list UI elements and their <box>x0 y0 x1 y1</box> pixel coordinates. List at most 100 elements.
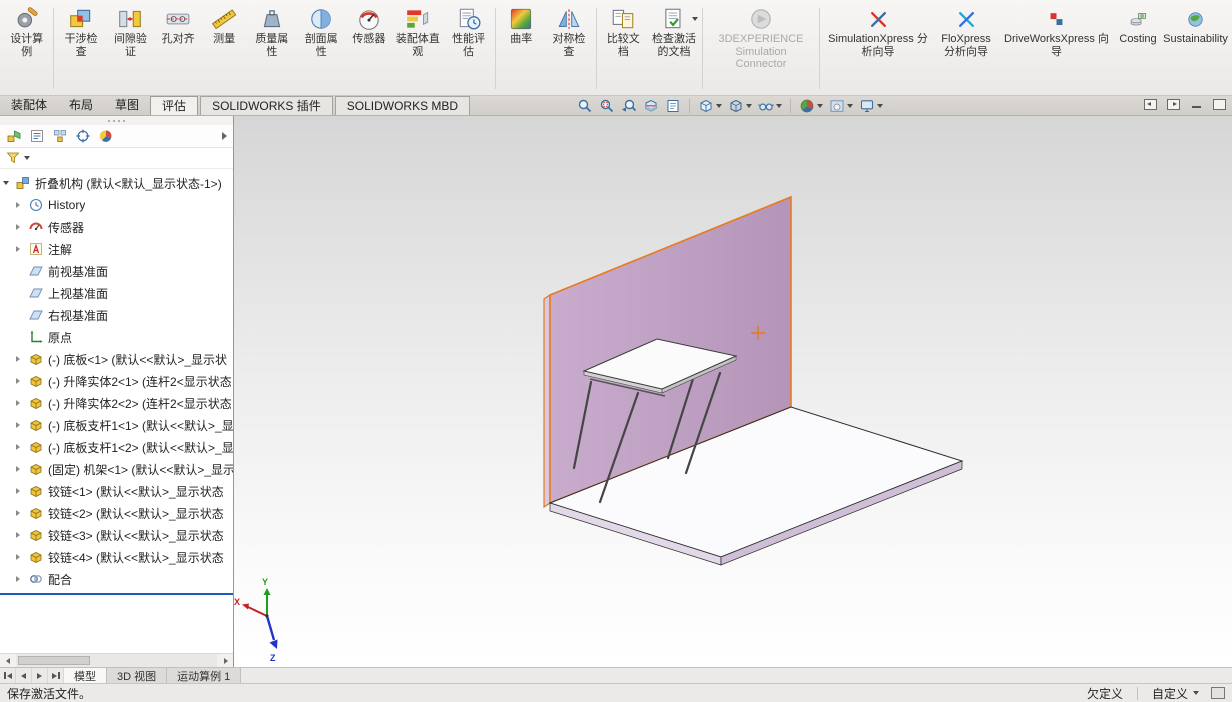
tree-item-front-plane[interactable]: 前视基准面 <box>0 260 233 282</box>
ribbon-button-section-properties[interactable]: 剖面属性 <box>297 3 346 94</box>
tree-item-origin[interactable]: 原点 <box>0 326 233 348</box>
section-view-button[interactable] <box>642 98 660 114</box>
view-orientation-button[interactable] <box>697 98 723 114</box>
doc-tab-model[interactable]: 模型 <box>64 668 107 683</box>
expand-arrow-icon[interactable] <box>16 510 24 516</box>
doc-tab-motion-study-1[interactable]: 运动算例 1 <box>167 668 242 683</box>
ribbon-button-simulationxpress[interactable]: SimulationXpress 分析向导 <box>822 3 934 94</box>
display-style-button[interactable] <box>727 98 753 114</box>
collapse-left-pane-icon[interactable] <box>1144 99 1157 110</box>
previous-tab-button[interactable] <box>16 668 32 683</box>
ribbon-button-curvature[interactable]: 曲率 <box>498 3 544 94</box>
wall-side-edge-face[interactable] <box>543 293 551 509</box>
tree-item-component-lift-body-1[interactable]: (-) 升降实体2<1> (连杆2<显示状态 <box>0 370 233 392</box>
ribbon-button-symmetry-check[interactable]: 对称检查 <box>544 3 593 94</box>
expand-arrow-icon[interactable] <box>16 466 24 472</box>
hide-show-items-button[interactable] <box>757 98 783 114</box>
tree-item-mates[interactable]: 配合 <box>0 568 233 590</box>
tab-assembly[interactable]: 装配体 <box>0 96 58 115</box>
ribbon-button-costing[interactable]: Costing <box>1115 3 1161 94</box>
minimize-pane-icon[interactable] <box>1190 99 1203 110</box>
edit-appearance-button[interactable] <box>798 98 824 114</box>
dropdown-arrow-icon[interactable] <box>24 156 30 160</box>
expand-arrow-icon[interactable] <box>16 356 24 362</box>
last-tab-button[interactable] <box>48 668 64 683</box>
configurationmanager-tab-icon[interactable] <box>52 128 68 144</box>
tab-solidworks-addins[interactable]: SOLIDWORKS 插件 <box>200 96 333 115</box>
tab-layout[interactable]: 布局 <box>58 96 104 115</box>
expand-arrow-icon[interactable] <box>16 378 24 384</box>
expand-arrow-icon[interactable] <box>16 422 24 428</box>
dropdown-arrow-icon[interactable] <box>692 17 698 21</box>
first-tab-button[interactable] <box>0 668 16 683</box>
ribbon-button-measure[interactable]: 测量 <box>201 3 247 94</box>
tree-item-history[interactable]: History <box>0 194 233 216</box>
featuremanager-tab-icon[interactable] <box>6 128 22 144</box>
displaymanager-tab-icon[interactable] <box>98 128 114 144</box>
collapse-right-pane-icon[interactable] <box>1167 99 1180 110</box>
ribbon-button-design-study[interactable]: 设计算例 <box>2 3 51 94</box>
tree-item-assembly-root[interactable]: 折叠机构 (默认<默认_显示状态-1>) <box>0 172 233 194</box>
ribbon-button-performance-evaluation[interactable]: 性能评估 <box>444 3 493 94</box>
expand-arrow-icon[interactable] <box>16 576 24 582</box>
ribbon-button-clearance-verification[interactable]: 间隙验证 <box>106 3 155 94</box>
ribbon-button-interference-check[interactable]: 干涉检查 <box>56 3 105 94</box>
dynamic-annotation-views-button[interactable] <box>664 98 682 114</box>
expand-arrow-icon[interactable] <box>16 246 24 252</box>
ribbon-button-assembly-visualization[interactable]: 装配体直观 <box>392 3 444 94</box>
dimxpertmanager-tab-icon[interactable] <box>75 128 91 144</box>
scroll-left-button[interactable] <box>0 654 15 667</box>
ribbon-button-hole-alignment[interactable]: 孔对齐 <box>155 3 201 94</box>
tree-item-right-plane[interactable]: 右视基准面 <box>0 304 233 326</box>
tree-item-component-lift-body-2[interactable]: (-) 升降实体2<2> (连杆2<显示状态 <box>0 392 233 414</box>
zoom-to-fit-button[interactable] <box>576 98 594 114</box>
doc-tab-3d-views[interactable]: 3D 视图 <box>107 668 168 683</box>
apply-scene-button[interactable] <box>828 98 854 114</box>
tree-item-component-frame-fixed[interactable]: (固定) 机架<1> (默认<<默认>_显示 <box>0 458 233 480</box>
ribbon-button-check-active-document[interactable]: 检查激活的文档 <box>648 3 700 94</box>
ribbon-button-mass-properties[interactable]: 质量属性 <box>247 3 296 94</box>
expand-arrow-icon[interactable] <box>16 532 24 538</box>
tab-solidworks-mbd[interactable]: SOLIDWORKS MBD <box>334 96 471 115</box>
expand-arrow-icon[interactable] <box>16 224 24 230</box>
ribbon-button-driveworksxpress[interactable]: DriveWorksXpress 向导 <box>998 3 1115 94</box>
task-pane-toggle-icon[interactable] <box>1211 687 1225 699</box>
maximize-pane-icon[interactable] <box>1213 99 1226 110</box>
filter-funnel-icon[interactable] <box>5 150 21 166</box>
panel-resize-grip[interactable] <box>0 116 233 125</box>
tree-item-annotations[interactable]: 注解 <box>0 238 233 260</box>
tree-item-component-hinge-1[interactable]: 铰链<1> (默认<<默认>_显示状态 <box>0 480 233 502</box>
graphics-area[interactable]: Y X Z <box>234 116 1232 667</box>
ribbon-button-compare-documents[interactable]: 比较文档 <box>599 3 648 94</box>
tree-item-component-base-plate[interactable]: (-) 底板<1> (默认<<默认>_显示状 <box>0 348 233 370</box>
previous-view-button[interactable] <box>620 98 638 114</box>
tree-item-top-plane[interactable]: 上视基准面 <box>0 282 233 304</box>
tree-item-component-hinge-3[interactable]: 铰链<3> (默认<<默认>_显示状态 <box>0 524 233 546</box>
rollback-bar[interactable] <box>0 593 233 595</box>
tree-item-component-hinge-4[interactable]: 铰链<4> (默认<<默认>_显示状态 <box>0 546 233 568</box>
expand-arrow-icon[interactable] <box>16 444 24 450</box>
tab-evaluate[interactable]: 评估 <box>150 96 199 115</box>
tree-item-component-support-rod-1[interactable]: (-) 底板支杆1<1> (默认<<默认>_显 <box>0 414 233 436</box>
propertymanager-tab-icon[interactable] <box>29 128 45 144</box>
expand-arrow-icon[interactable] <box>16 554 24 560</box>
scrollbar-track[interactable] <box>16 654 217 667</box>
tree-item-component-support-rod-2[interactable]: (-) 底板支杆1<2> (默认<<默认>_显 <box>0 436 233 458</box>
ribbon-button-floxpress[interactable]: FloXpress 分析向导 <box>934 3 998 94</box>
ribbon-button-sensor[interactable]: 传感器 <box>346 3 392 94</box>
panel-tabs-overflow-icon[interactable] <box>222 132 227 140</box>
tree-item-component-hinge-2[interactable]: 铰链<2> (默认<<默认>_显示状态 <box>0 502 233 524</box>
custom-status-button[interactable]: 自定义 <box>1152 685 1199 702</box>
ribbon-button-sustainability[interactable]: Sustainability <box>1161 3 1230 94</box>
expand-arrow-icon[interactable] <box>16 202 24 208</box>
expand-arrow-icon[interactable] <box>16 400 24 406</box>
tab-sketch[interactable]: 草图 <box>104 96 150 115</box>
scrollbar-thumb[interactable] <box>18 656 90 665</box>
scroll-right-button[interactable] <box>218 654 233 667</box>
view-settings-button[interactable] <box>858 98 884 114</box>
next-tab-button[interactable] <box>32 668 48 683</box>
zoom-to-area-button[interactable] <box>598 98 616 114</box>
tree-item-sensors[interactable]: 传感器 <box>0 216 233 238</box>
expand-arrow-icon[interactable] <box>3 181 11 185</box>
expand-arrow-icon[interactable] <box>16 488 24 494</box>
